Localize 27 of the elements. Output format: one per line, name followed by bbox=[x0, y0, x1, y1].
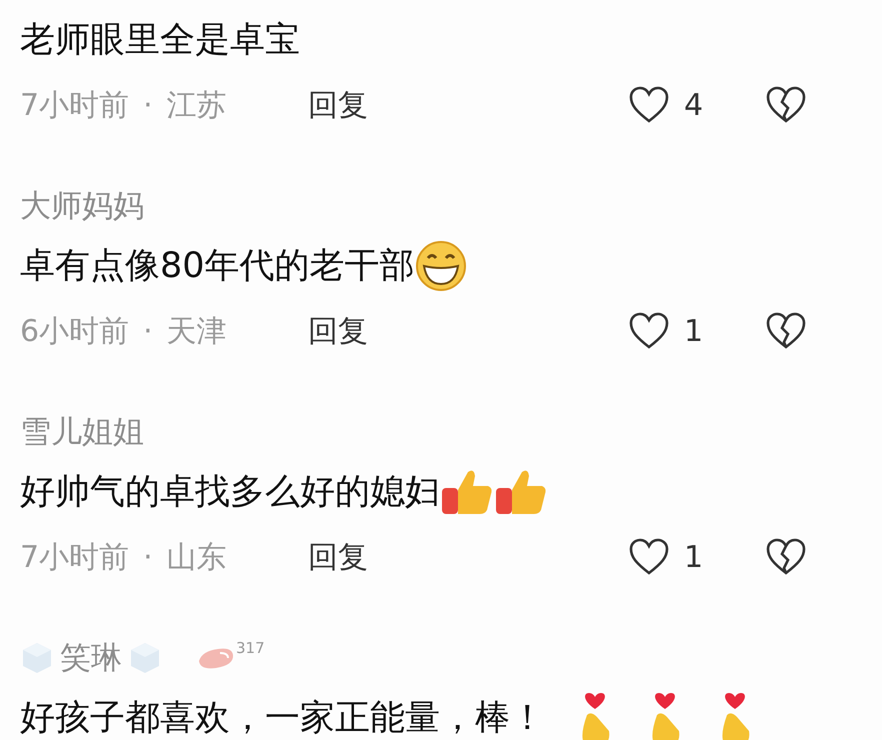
comment-time: 7小时前 bbox=[20, 86, 130, 124]
badge-count: 317 bbox=[236, 639, 265, 657]
comment-time: 7小时前 bbox=[20, 538, 130, 576]
heart-icon[interactable] bbox=[628, 537, 670, 577]
heart-icon[interactable] bbox=[628, 311, 670, 351]
reply-link[interactable]: 回复 bbox=[308, 534, 628, 580]
separator-dot: · bbox=[143, 86, 153, 124]
comment-text: 好孩子都喜欢，一家正能量，棒！ bbox=[20, 697, 545, 740]
separator-dot: · bbox=[143, 538, 153, 576]
reply-link[interactable]: 回复 bbox=[308, 82, 628, 128]
comment-time: 6小时前 bbox=[20, 312, 130, 350]
comment-text: 卓有点像80年代的老干部 bbox=[20, 245, 415, 288]
heart-icon[interactable] bbox=[628, 85, 670, 125]
comment-text: 老师眼里全是卓宝 bbox=[20, 19, 300, 62]
comment-text: 好帅气的卓找多么好的媳妇 bbox=[20, 471, 440, 514]
broken-heart-icon[interactable] bbox=[765, 311, 807, 351]
comment-location: 山东 bbox=[166, 538, 227, 576]
separator-dot: · bbox=[143, 312, 153, 350]
like-count: 4 bbox=[684, 86, 704, 124]
reply-link[interactable]: 回复 bbox=[308, 308, 628, 354]
like-count: 1 bbox=[684, 538, 704, 576]
grinning-face-icon bbox=[414, 240, 467, 292]
comment-location: 天津 bbox=[166, 312, 227, 350]
broken-heart-icon[interactable] bbox=[765, 537, 807, 577]
broken-heart-icon[interactable] bbox=[765, 85, 807, 125]
comment-location: 江苏 bbox=[166, 86, 227, 124]
like-count: 1 bbox=[684, 312, 704, 350]
